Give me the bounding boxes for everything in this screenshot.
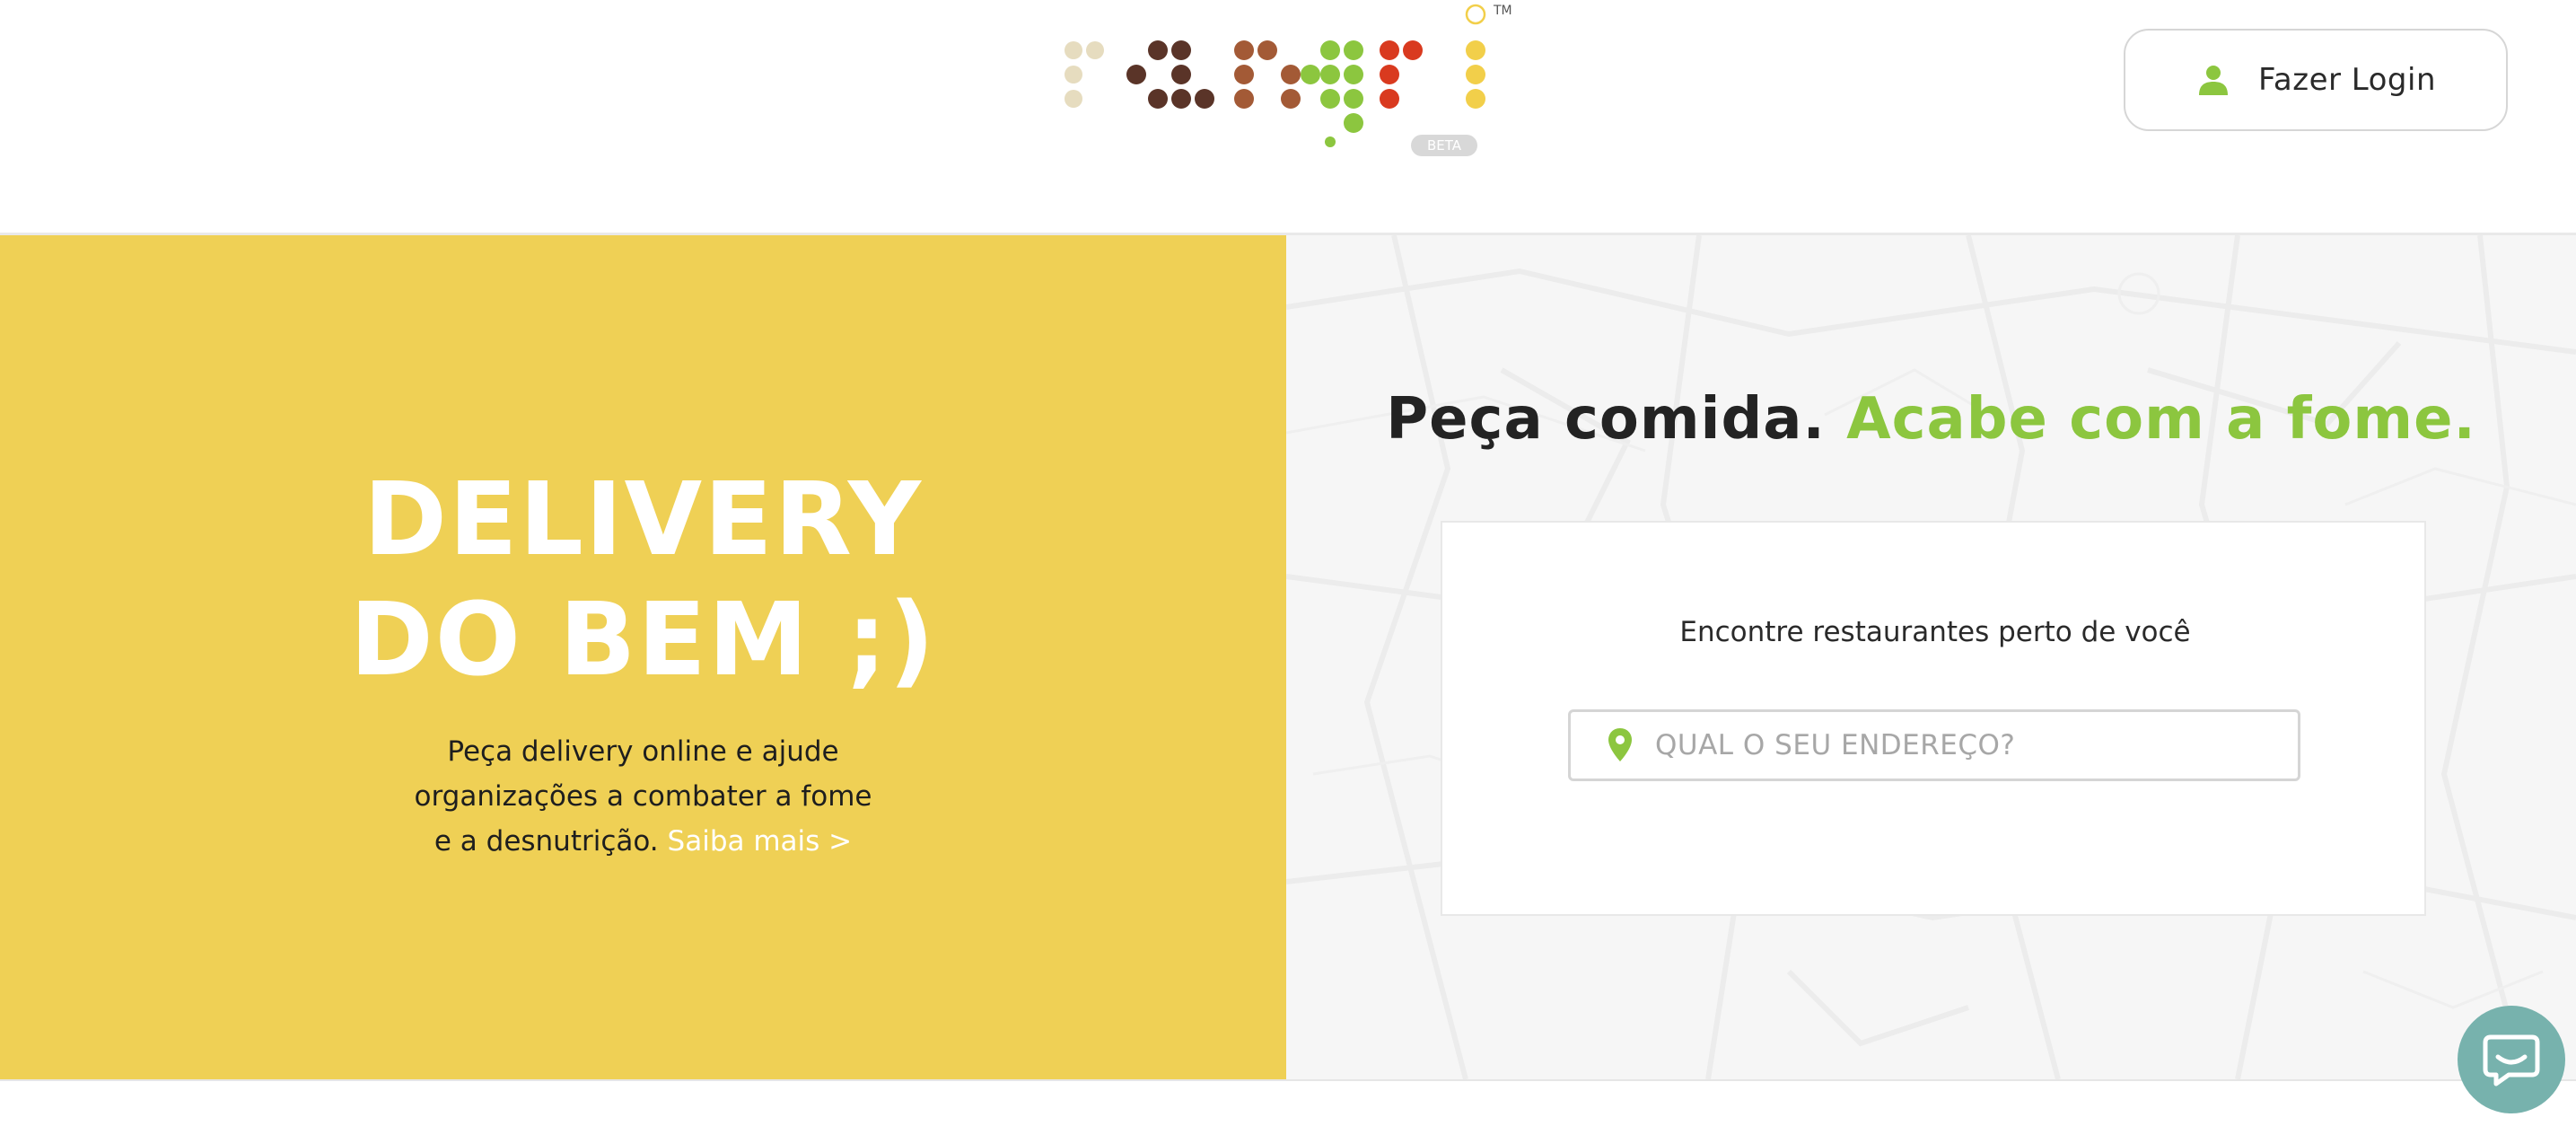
search-card-title: Encontre restaurantes perto de você	[1679, 616, 2191, 648]
hero-description-line-1: Peça delivery online e ajude	[447, 735, 839, 768]
search-panel: Peça comida. Acabe com a fome. Encontre …	[1286, 235, 2576, 1079]
location-pin-icon	[1608, 728, 1632, 761]
hero-description-line-2: organizações a combater a fome	[414, 780, 872, 813]
chat-button[interactable]	[2458, 1006, 2565, 1113]
site-header: BETA TM Fazer Login	[0, 0, 2576, 235]
rangri-logo-dots-icon: BETA TM	[1065, 4, 1512, 156]
saiba-mais-link[interactable]: Saiba mais >	[668, 825, 853, 858]
hero-description: Peça delivery online e ajude organizaçõe…	[0, 729, 1286, 864]
hero-title-line-1: DELIVERY	[364, 462, 923, 578]
address-field[interactable]	[1568, 709, 2300, 781]
hero-section: DELIVERY DO BEM ;) Peça delivery online …	[0, 235, 2576, 1079]
hero-title-line-2: DO BEM ;)	[349, 582, 937, 699]
login-button[interactable]: Fazer Login	[2124, 29, 2508, 131]
page: BETA TM Fazer Login DELIVERY DO BEM ;) P…	[0, 0, 2576, 1126]
search-card: Encontre restaurantes perto de você	[1441, 521, 2426, 916]
beta-badge: BETA	[1427, 137, 1462, 154]
headline-main: Peça comida.	[1386, 386, 1826, 453]
page-bottom-strip	[0, 1079, 2576, 1126]
hero-promo-panel: DELIVERY DO BEM ;) Peça delivery online …	[0, 235, 1286, 1079]
address-input[interactable]	[1655, 718, 2283, 772]
trademark-mark: TM	[1493, 4, 1512, 18]
hero-title: DELIVERY DO BEM ;)	[0, 460, 1286, 700]
rangri-logo[interactable]: BETA TM	[1050, 0, 1517, 162]
login-button-label: Fazer Login	[2257, 62, 2437, 98]
hero-description-line-3-text: e a desnutrição.	[434, 825, 659, 858]
user-icon	[2198, 66, 2228, 95]
search-headline: Peça comida. Acabe com a fome.	[1286, 386, 2576, 453]
chat-bubble-icon	[2483, 1034, 2540, 1086]
headline-accent: Acabe com a fome.	[1846, 386, 2476, 453]
hero-description-line-3: e a desnutrição. Saiba mais >	[0, 819, 1286, 864]
